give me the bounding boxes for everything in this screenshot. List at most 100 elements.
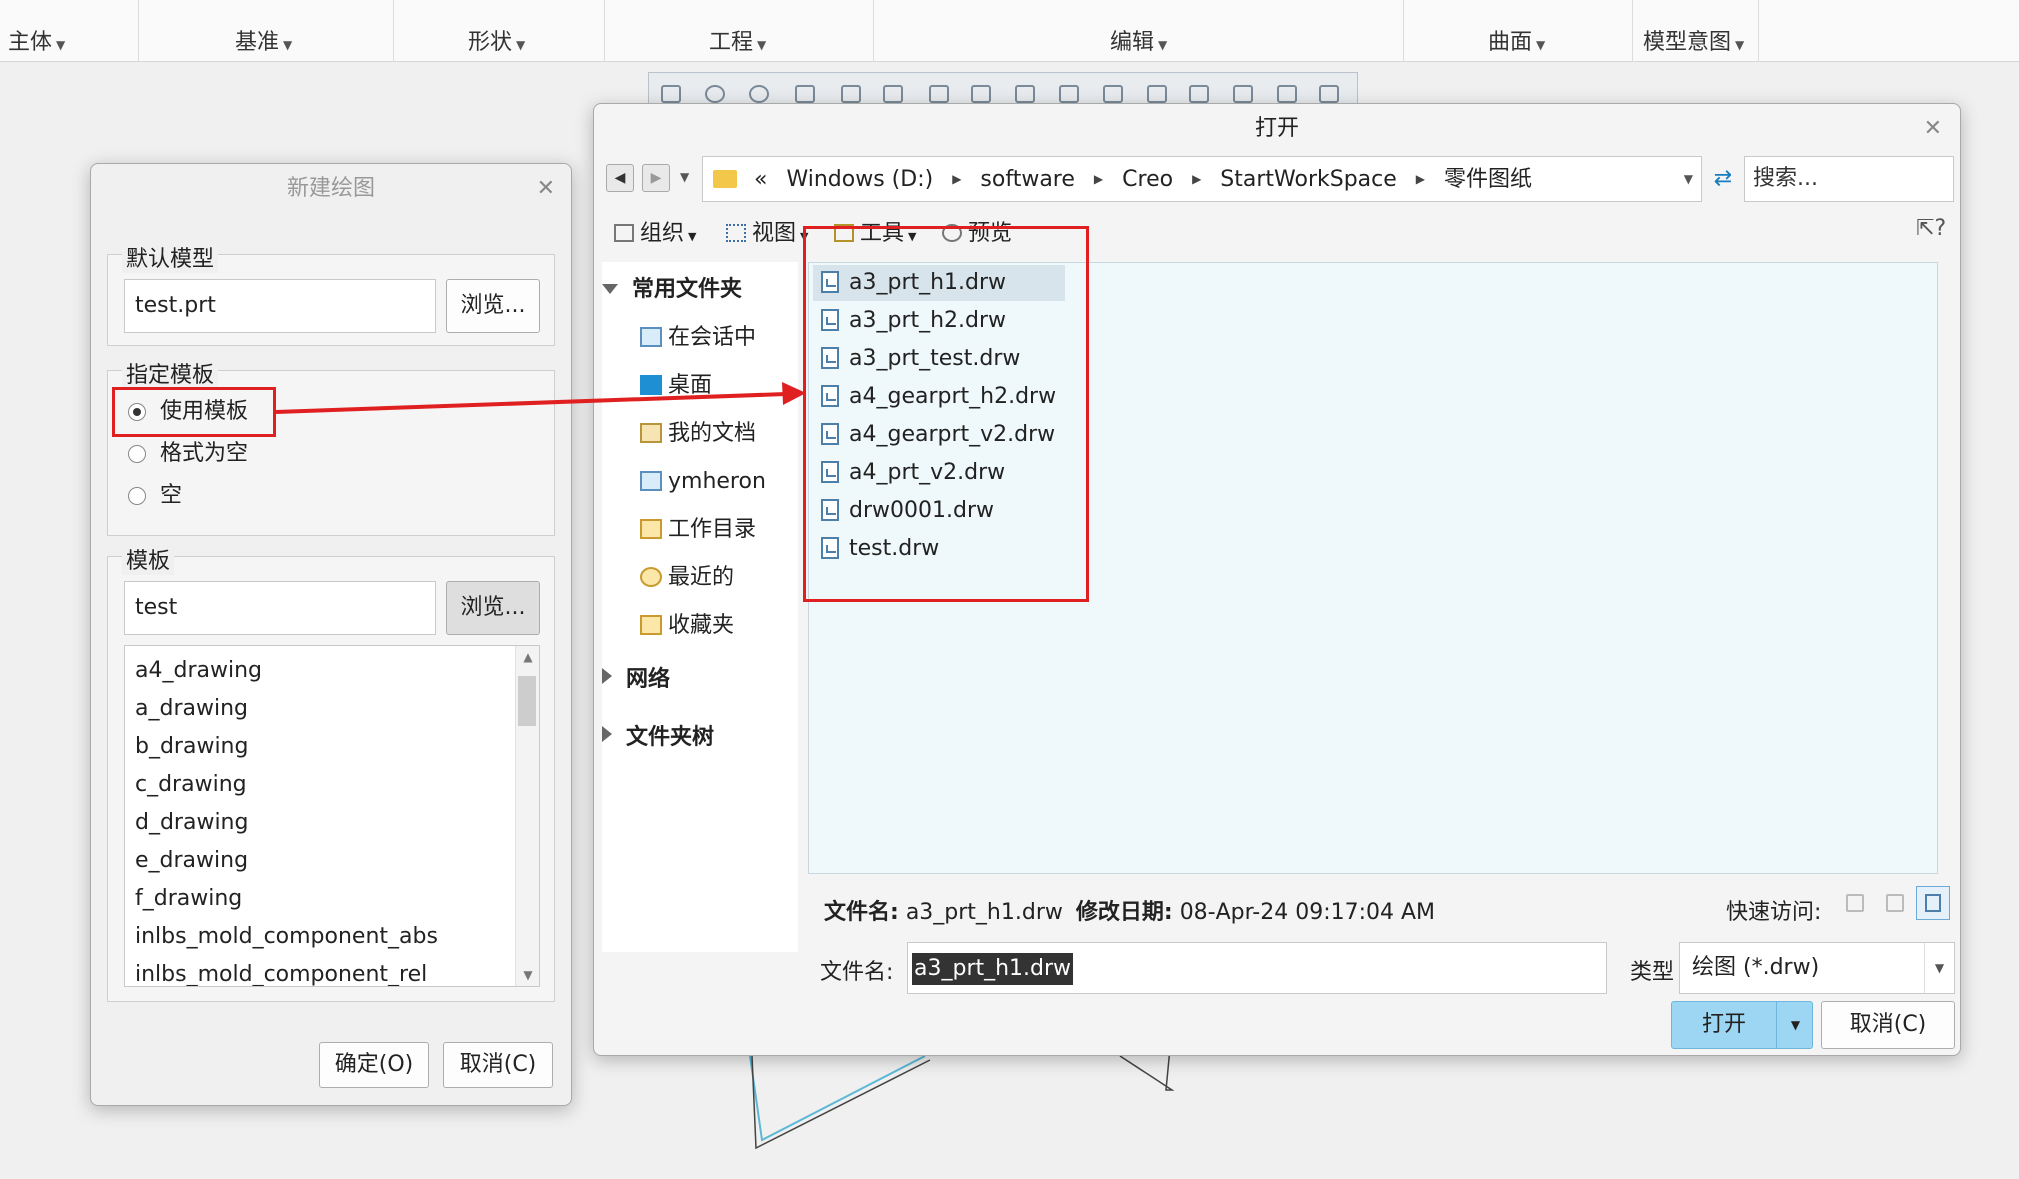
- browse-template-button[interactable]: 浏览...: [446, 581, 540, 635]
- list-item[interactable]: f_drawing: [125, 880, 539, 918]
- quick-access-list-icon[interactable]: [1838, 886, 1872, 920]
- address-bar[interactable]: « Windows (D:) ▶ software ▶ Creo ▶ Start…: [702, 156, 1702, 202]
- tree-label: 常用文件夹: [632, 277, 743, 302]
- breadcrumb-current-folder[interactable]: 零件图纸: [1444, 167, 1532, 192]
- close-icon[interactable]: ✕: [537, 176, 555, 201]
- scroll-thumb[interactable]: [518, 676, 536, 726]
- breadcrumb-drive[interactable]: Windows (D:): [786, 167, 933, 192]
- help-cursor-icon[interactable]: ⇱?: [1916, 216, 1946, 241]
- radio-empty-format[interactable]: 格式为空: [128, 437, 248, 471]
- tab-shape[interactable]: 形状 ▼: [468, 24, 525, 56]
- zoom-out-icon[interactable]: [749, 85, 769, 103]
- close-icon[interactable]: ✕: [1924, 116, 1942, 141]
- saved-views-icon[interactable]: [929, 85, 949, 103]
- back-icon[interactable]: ◀: [606, 164, 634, 192]
- tab-edit[interactable]: 编辑 ▼: [1110, 24, 1167, 56]
- organize-menu[interactable]: 组织 ▼: [614, 214, 696, 257]
- radio-empty[interactable]: 空: [128, 479, 182, 513]
- template-list[interactable]: a4_drawing a_drawing b_drawing c_drawing…: [124, 645, 540, 987]
- breadcrumb-creo[interactable]: Creo: [1122, 167, 1173, 192]
- zoom-in-icon[interactable]: [705, 85, 725, 103]
- breadcrumb-separator-icon[interactable]: ▶: [1094, 172, 1103, 186]
- list-item[interactable]: a_drawing: [125, 690, 539, 728]
- tab-engineering[interactable]: 工程 ▼: [709, 24, 766, 56]
- sketch-icon[interactable]: [1059, 85, 1079, 103]
- address-dropdown-icon[interactable]: ▼: [1684, 157, 1693, 201]
- list-item[interactable]: inlbs_mold_component_rel: [125, 956, 539, 986]
- file-type-select[interactable]: 绘图 (*.drw) ▼: [1679, 942, 1955, 994]
- ribbon-group-engineering: 工程 ▼: [605, 0, 874, 62]
- tree-folder-tree[interactable]: 文件夹树: [602, 718, 714, 758]
- open-options-dropdown-icon[interactable]: ▼: [1776, 1002, 1814, 1048]
- quick-access-preview-icon[interactable]: [1916, 886, 1950, 920]
- tree-item-recent[interactable]: 最近的: [640, 558, 734, 598]
- template-input[interactable]: test: [124, 581, 436, 635]
- tree-item-in-session[interactable]: 在会话中: [640, 318, 756, 358]
- caret-down-icon: ▼: [757, 38, 767, 52]
- filename-input[interactable]: a3_prt_h1.drw: [907, 942, 1607, 994]
- breadcrumb-separator-icon[interactable]: ▶: [952, 172, 961, 186]
- tree-network[interactable]: 网络: [602, 660, 670, 700]
- breadcrumb-software[interactable]: software: [980, 167, 1074, 192]
- tab-surface[interactable]: 曲面 ▼: [1488, 24, 1545, 56]
- caret-down-icon: ▼: [516, 38, 526, 52]
- ribbon-group-body: 主体 ▼: [0, 0, 139, 62]
- refresh-icon[interactable]: ⇄: [1706, 162, 1740, 196]
- datum-display-icon[interactable]: [1103, 85, 1123, 103]
- tree-item-desktop[interactable]: 桌面: [640, 366, 712, 406]
- tab-label: 曲面: [1488, 30, 1533, 55]
- tree-item-ymheron[interactable]: ymheron: [640, 462, 766, 502]
- tab-datum[interactable]: 基准 ▼: [235, 24, 292, 56]
- open-split-button[interactable]: 打开 ▼: [1671, 1001, 1813, 1049]
- history-dropdown-icon[interactable]: ▼: [680, 170, 689, 184]
- warning-icon[interactable]: [1233, 85, 1253, 103]
- tree-item-my-documents[interactable]: 我的文档: [640, 414, 756, 454]
- redo-icon[interactable]: [1319, 85, 1339, 103]
- chevron-down-icon[interactable]: ▼: [1924, 943, 1954, 993]
- tree-label: 收藏夹: [668, 613, 735, 638]
- tab-body[interactable]: 主体 ▼: [8, 24, 65, 56]
- tree-favorites[interactable]: 常用文件夹: [602, 270, 742, 310]
- tree-item-working-directory[interactable]: 工作目录: [640, 510, 756, 550]
- breadcrumb-startworkspace[interactable]: StartWorkSpace: [1220, 167, 1397, 192]
- breadcrumb-overflow[interactable]: «: [754, 167, 767, 192]
- default-model-input[interactable]: test.prt: [124, 279, 436, 333]
- vertical-scrollbar[interactable]: ▲ ▼: [515, 646, 539, 986]
- view-menu[interactable]: 视图 ▼: [726, 214, 808, 257]
- select-icon[interactable]: [1147, 85, 1167, 103]
- tab-model-intent[interactable]: 模型意图 ▼: [1643, 24, 1744, 56]
- refit-icon[interactable]: [795, 85, 815, 103]
- zoom-fit-icon[interactable]: [661, 85, 681, 103]
- tree-item-favorites-folder[interactable]: 收藏夹: [640, 606, 734, 646]
- breadcrumb-separator-icon[interactable]: ▶: [1416, 172, 1425, 186]
- list-item[interactable]: e_drawing: [125, 842, 539, 880]
- display-style-icon[interactable]: [883, 85, 903, 103]
- computer-icon: [640, 471, 662, 491]
- tree-label: 我的文档: [668, 421, 757, 446]
- list-item[interactable]: b_drawing: [125, 728, 539, 766]
- cancel-button[interactable]: 取消(C): [443, 1042, 553, 1088]
- view-manager-icon[interactable]: [971, 85, 991, 103]
- forward-icon[interactable]: ▶: [642, 164, 670, 192]
- expand-right-icon[interactable]: [602, 668, 612, 684]
- search-input[interactable]: 搜索...: [1744, 156, 1954, 202]
- breadcrumb-separator-icon[interactable]: ▶: [1192, 172, 1201, 186]
- pause-icon[interactable]: [1277, 85, 1297, 103]
- expand-down-icon[interactable]: [602, 284, 618, 294]
- open-button[interactable]: 打开: [1672, 1002, 1776, 1048]
- quick-access-details-icon[interactable]: [1878, 886, 1912, 920]
- expand-right-icon[interactable]: [602, 726, 612, 742]
- branch-icon[interactable]: [1189, 85, 1209, 103]
- scroll-up-icon[interactable]: ▲: [516, 646, 539, 668]
- browse-model-button[interactable]: 浏览...: [446, 279, 540, 333]
- view-icon[interactable]: [841, 85, 861, 103]
- list-item[interactable]: inlbs_mold_component_abs: [125, 918, 539, 956]
- scroll-down-icon[interactable]: ▼: [516, 964, 539, 986]
- cancel-button[interactable]: 取消(C): [1821, 1001, 1955, 1049]
- perspective-icon[interactable]: [1015, 85, 1035, 103]
- ok-button[interactable]: 确定(O): [319, 1042, 429, 1088]
- documents-icon: [640, 423, 662, 443]
- list-item[interactable]: c_drawing: [125, 766, 539, 804]
- list-item[interactable]: d_drawing: [125, 804, 539, 842]
- list-item[interactable]: a4_drawing: [125, 652, 539, 690]
